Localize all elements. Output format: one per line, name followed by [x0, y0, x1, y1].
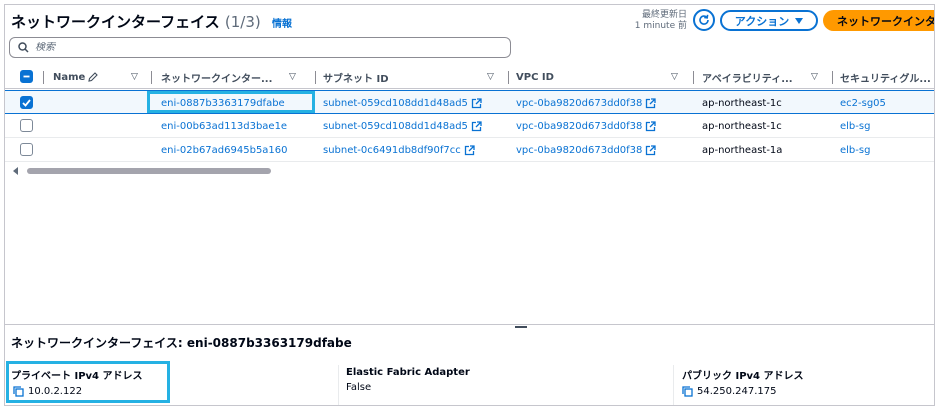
external-link-icon [646, 120, 657, 131]
network-interfaces-panel: ネットワークインターフェイス (1/3) 情報 最終更新日 1 minute 前… [4, 4, 935, 406]
last-updated-label: 最終更新日 [641, 10, 687, 20]
info-link[interactable]: 情報 [272, 15, 292, 30]
column-header-vpc[interactable]: VPC ID ▽ [516, 65, 688, 89]
page-title-text: ネットワークインターフェイス [11, 13, 220, 31]
selection-count: (1/3) [224, 13, 261, 31]
caret-down-icon [795, 17, 804, 24]
create-button-label: ネットワークインタ [837, 14, 935, 28]
detail-column-separator [338, 365, 339, 405]
refresh-button[interactable] [693, 9, 715, 31]
vpc-link[interactable]: vpc-0ba9820d673dd0f38 [516, 121, 642, 132]
column-header-name[interactable]: Name ▽ [53, 65, 147, 89]
column-header-eni[interactable]: ネットワークインター... ▽ [161, 65, 311, 89]
subnet-link[interactable]: subnet-059cd108dd1d48ad5 [323, 98, 468, 109]
column-label-sg: セキュリティグル... [840, 73, 931, 85]
efa-value: False [346, 382, 372, 393]
column-label-name: Name [53, 71, 86, 83]
cell-vpc[interactable]: vpc-0ba9820d673dd0f38 [516, 114, 657, 138]
subnet-link[interactable]: subnet-059cd108dd1d48ad5 [323, 121, 468, 132]
public-ipv4-label: パブリック IPv4 アドレス [682, 371, 804, 382]
column-separator [693, 71, 694, 84]
external-link-icon [646, 144, 657, 155]
column-separator [151, 71, 152, 84]
search-bar [9, 37, 511, 58]
column-separator [832, 71, 833, 84]
page-title: ネットワークインターフェイス (1/3) [11, 11, 261, 32]
cell-az: ap-northeast-1c [702, 97, 782, 109]
actions-button-label: アクション [734, 14, 790, 28]
cell-eni-link[interactable]: eni-02b67ad6945b5a160 [161, 138, 288, 162]
vpc-link[interactable]: vpc-0ba9820d673dd0f38 [516, 98, 642, 109]
search-input[interactable] [35, 42, 475, 53]
details-title: ネットワークインターフェイス: eni-0887b3363179dfabe [11, 336, 352, 350]
scroll-left-arrow[interactable] [13, 167, 18, 175]
column-label-az: アベイラビリティ... [702, 73, 793, 85]
minus-icon [23, 75, 30, 78]
sort-icon[interactable]: ▽ [487, 72, 494, 82]
sort-icon[interactable]: ▽ [131, 72, 138, 82]
actions-dropdown-button[interactable]: アクション [720, 10, 818, 31]
column-separator [315, 71, 316, 84]
copy-icon[interactable] [682, 386, 693, 397]
column-header-az[interactable]: アベイラビリティ... ▽ [702, 65, 830, 89]
detail-column-separator [673, 365, 674, 405]
table-row[interactable]: eni-00b63ad113d3bae1e subnet-059cd108dd1… [5, 114, 934, 138]
sort-icon[interactable]: ▽ [811, 72, 818, 82]
external-link-icon [464, 144, 475, 155]
cell-sg-link[interactable]: ec2-sg05 [840, 91, 886, 115]
last-updated: 最終更新日 1 minute 前 [605, 10, 687, 32]
sort-icon[interactable]: ▽ [671, 72, 678, 82]
detail-private-ipv4: プライベート IPv4 アドレス 10.0.2.122 [11, 367, 143, 397]
external-link-icon [471, 120, 482, 131]
refresh-icon [699, 14, 709, 25]
cell-az: ap-northeast-1c [702, 120, 782, 132]
cell-az: ap-northeast-1a [702, 144, 783, 156]
cell-eni-link[interactable]: eni-0887b3363179dfabe [161, 91, 285, 115]
check-icon [22, 98, 31, 107]
copy-icon[interactable] [13, 386, 24, 397]
cell-sg-link[interactable]: elb-sg [840, 138, 870, 162]
split-panel-divider [5, 324, 934, 325]
detail-efa: Elastic Fabric Adapter False [346, 367, 470, 393]
cell-vpc[interactable]: vpc-0ba9820d673dd0f38 [516, 91, 657, 115]
efa-label: Elastic Fabric Adapter [346, 367, 470, 378]
row-checkbox[interactable] [20, 96, 33, 109]
column-header-sg[interactable]: セキュリティグル... [840, 65, 934, 89]
cell-subnet[interactable]: subnet-059cd108dd1d48ad5 [323, 91, 482, 115]
column-separator [43, 71, 44, 84]
last-updated-value: 1 minute 前 [634, 21, 687, 31]
column-header-subnet[interactable]: サブネット ID ▽ [323, 65, 505, 89]
private-ipv4-label: プライベート IPv4 アドレス [11, 371, 143, 382]
cell-sg-link[interactable]: elb-sg [840, 114, 870, 138]
external-link-icon [646, 97, 657, 108]
row-checkbox[interactable] [20, 119, 33, 132]
edit-icon [88, 72, 99, 82]
row-checkbox[interactable] [20, 143, 33, 156]
column-label-eni: ネットワークインター... [161, 73, 273, 85]
table-header: Name ▽ ネットワークインター... ▽ サブネット ID ▽ VPC ID… [5, 65, 934, 89]
horizontal-scrollbar[interactable] [27, 168, 271, 174]
public-ipv4-value: 54.250.247.175 [697, 386, 777, 397]
table-row[interactable]: eni-02b67ad6945b5a160 subnet-0c6491db8df… [5, 138, 934, 162]
column-separator [508, 71, 509, 84]
table-row[interactable]: eni-0887b3363179dfabe subnet-059cd108dd1… [5, 90, 934, 115]
cell-subnet[interactable]: subnet-0c6491db8df90f7cc [323, 138, 475, 162]
create-network-interface-button[interactable]: ネットワークインタ [823, 10, 935, 31]
detail-public-ipv4: パブリック IPv4 アドレス 54.250.247.175 [682, 367, 804, 397]
cell-vpc[interactable]: vpc-0ba9820d673dd0f38 [516, 138, 657, 162]
subnet-link[interactable]: subnet-0c6491db8df90f7cc [323, 145, 461, 156]
external-link-icon [471, 97, 482, 108]
column-label-subnet: サブネット ID [323, 73, 389, 85]
select-all-checkbox[interactable] [20, 70, 33, 83]
split-panel-resize-handle[interactable] [515, 326, 527, 328]
private-ipv4-value: 10.0.2.122 [28, 386, 83, 397]
vpc-link[interactable]: vpc-0ba9820d673dd0f38 [516, 145, 642, 156]
cell-eni-link[interactable]: eni-00b63ad113d3bae1e [161, 114, 287, 138]
cell-subnet[interactable]: subnet-059cd108dd1d48ad5 [323, 114, 482, 138]
sort-icon[interactable]: ▽ [289, 72, 296, 82]
column-label-vpc: VPC ID [516, 71, 554, 83]
search-icon [18, 42, 29, 53]
